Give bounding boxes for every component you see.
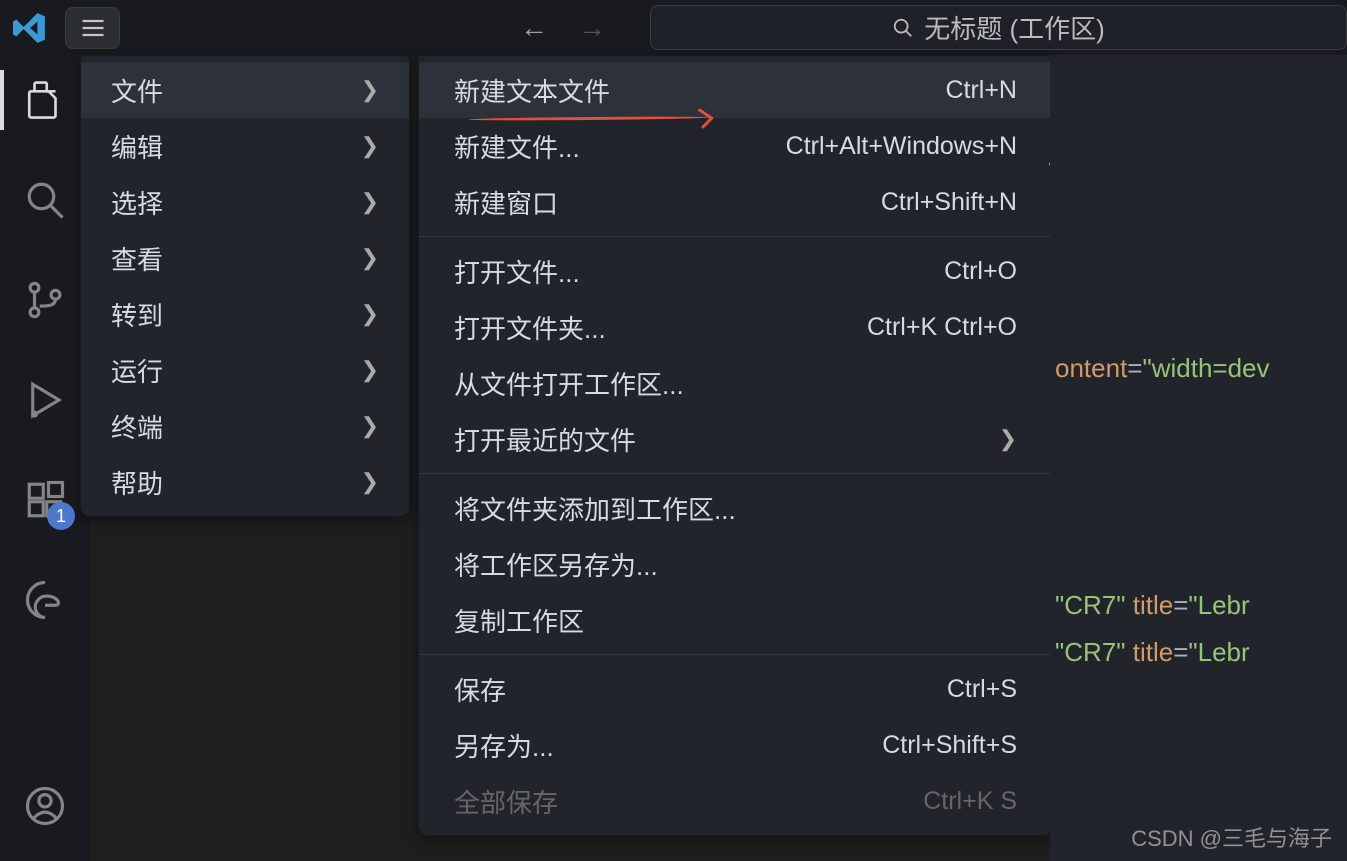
menu-file[interactable]: 文件 ❯ — [81, 62, 409, 118]
title-bar: ← → 无标题 (工作区) — [0, 0, 1347, 55]
chevron-right-icon: ❯ — [361, 245, 379, 271]
code-token: "Lebr — [1188, 590, 1249, 620]
file-submenu: 新建文本文件 Ctrl+N 新建文件... Ctrl+Alt+Windows+N 新… — [418, 55, 1053, 836]
shortcut-label: Ctrl+S — [947, 675, 1017, 704]
menu-view[interactable]: 查看 ❯ — [81, 230, 409, 286]
open-folder[interactable]: 打开文件夹... Ctrl+K Ctrl+O — [419, 299, 1052, 355]
edge-icon[interactable] — [20, 575, 70, 625]
nav-forward-icon: → — [578, 12, 606, 44]
run-debug-icon[interactable] — [20, 375, 70, 425]
menu-go-label: 转到 — [111, 296, 163, 333]
code-token: = — [1173, 637, 1188, 667]
chevron-right-icon: ❯ — [361, 77, 379, 103]
save-as[interactable]: 另存为... Ctrl+Shift+S — [419, 717, 1052, 773]
editor-area[interactable]: ontent="width=dev "CR7" title="Lebr "CR7… — [1050, 55, 1347, 861]
code-token: title — [1133, 637, 1173, 667]
code-token: "CR7" — [1055, 590, 1125, 620]
code-token: "Lebr — [1188, 637, 1249, 667]
accounts-icon[interactable] — [20, 781, 70, 831]
menu-help-label: 帮助 — [111, 464, 163, 501]
chevron-right-icon: ❯ — [361, 189, 379, 215]
vscode-logo-icon — [0, 0, 60, 55]
shortcut-label: Ctrl+N — [945, 76, 1017, 105]
code-token: ontent — [1055, 353, 1127, 383]
menu-run[interactable]: 运行 ❯ — [81, 342, 409, 398]
open-file-label: 打开文件... — [454, 253, 580, 290]
open-file[interactable]: 打开文件... Ctrl+O — [419, 243, 1052, 299]
activity-bar: 1 — [0, 55, 90, 861]
source-control-icon[interactable] — [20, 275, 70, 325]
extensions-icon[interactable]: 1 — [20, 475, 70, 525]
shortcut-label: Ctrl+Shift+S — [882, 731, 1017, 760]
open-recent-label: 打开最近的文件 — [454, 421, 636, 458]
main-menu: 文件 ❯ 编辑 ❯ 选择 ❯ 查看 ❯ 转到 ❯ 运行 ❯ 终端 ❯ 帮助 ❯ — [80, 55, 410, 517]
new-text-file[interactable]: 新建文本文件 Ctrl+N — [419, 62, 1052, 118]
separator — [419, 654, 1052, 655]
open-recent[interactable]: 打开最近的文件 ❯ — [419, 411, 1052, 467]
hamburger-menu-button[interactable] — [65, 7, 120, 49]
menu-selection-label: 选择 — [111, 184, 163, 221]
search-activity-icon[interactable] — [20, 175, 70, 225]
new-window-label: 新建窗口 — [454, 184, 558, 221]
chevron-right-icon: ❯ — [999, 426, 1017, 452]
extensions-badge: 1 — [47, 502, 75, 530]
new-file[interactable]: 新建文件... Ctrl+Alt+Windows+N — [419, 118, 1052, 174]
code-token: = — [1127, 353, 1142, 383]
chevron-right-icon: ❯ — [361, 357, 379, 383]
new-file-label: 新建文件... — [454, 128, 580, 165]
shortcut-label: Ctrl+Shift+N — [881, 188, 1017, 217]
save[interactable]: 保存 Ctrl+S — [419, 661, 1052, 717]
new-text-file-label: 新建文本文件 — [454, 72, 610, 109]
nav-arrows: ← → — [520, 12, 606, 44]
separator — [419, 473, 1052, 474]
save-workspace-as[interactable]: 将工作区另存为... — [419, 536, 1052, 592]
save-all-label: 全部保存 — [454, 783, 558, 820]
shortcut-label: Ctrl+Alt+Windows+N — [786, 132, 1017, 161]
menu-file-label: 文件 — [111, 72, 163, 109]
shortcut-label: Ctrl+K S — [923, 787, 1017, 816]
open-workspace-label: 从文件打开工作区... — [454, 365, 684, 402]
menu-edit-label: 编辑 — [111, 128, 163, 165]
separator — [419, 236, 1052, 237]
chevron-right-icon: ❯ — [361, 413, 379, 439]
explorer-icon[interactable] — [20, 75, 70, 125]
save-as-label: 另存为... — [454, 727, 554, 764]
menu-run-label: 运行 — [111, 352, 163, 389]
code-token: "CR7" — [1055, 637, 1125, 667]
duplicate-workspace[interactable]: 复制工作区 — [419, 592, 1052, 648]
search-icon — [892, 17, 914, 39]
code-token: title — [1133, 590, 1173, 620]
chevron-right-icon: ❯ — [361, 301, 379, 327]
save-all: 全部保存 Ctrl+K S — [419, 773, 1052, 829]
save-label: 保存 — [454, 671, 506, 708]
code-token: "width=dev — [1142, 353, 1269, 383]
menu-help[interactable]: 帮助 ❯ — [81, 454, 409, 510]
shortcut-label: Ctrl+K Ctrl+O — [867, 313, 1017, 342]
menu-terminal-label: 终端 — [111, 408, 163, 445]
menu-selection[interactable]: 选择 ❯ — [81, 174, 409, 230]
duplicate-workspace-label: 复制工作区 — [454, 602, 584, 639]
code-token: = — [1173, 590, 1188, 620]
menu-edit[interactable]: 编辑 ❯ — [81, 118, 409, 174]
nav-back-icon[interactable]: ← — [520, 12, 548, 44]
shortcut-label: Ctrl+O — [944, 257, 1017, 286]
open-folder-label: 打开文件夹... — [454, 309, 606, 346]
add-folder-to-workspace[interactable]: 将文件夹添加到工作区... — [419, 480, 1052, 536]
menu-go[interactable]: 转到 ❯ — [81, 286, 409, 342]
command-center-text: 无标题 (工作区) — [924, 9, 1105, 46]
chevron-right-icon: ❯ — [361, 133, 379, 159]
command-center[interactable]: 无标题 (工作区) — [650, 5, 1347, 50]
add-folder-label: 将文件夹添加到工作区... — [454, 490, 736, 527]
new-window[interactable]: 新建窗口 Ctrl+Shift+N — [419, 174, 1052, 230]
watermark: CSDN @三毛与海子 — [1131, 821, 1332, 853]
save-workspace-label: 将工作区另存为... — [454, 546, 658, 583]
menu-terminal[interactable]: 终端 ❯ — [81, 398, 409, 454]
chevron-right-icon: ❯ — [361, 469, 379, 495]
menu-view-label: 查看 — [111, 240, 163, 277]
open-workspace-from-file[interactable]: 从文件打开工作区... — [419, 355, 1052, 411]
